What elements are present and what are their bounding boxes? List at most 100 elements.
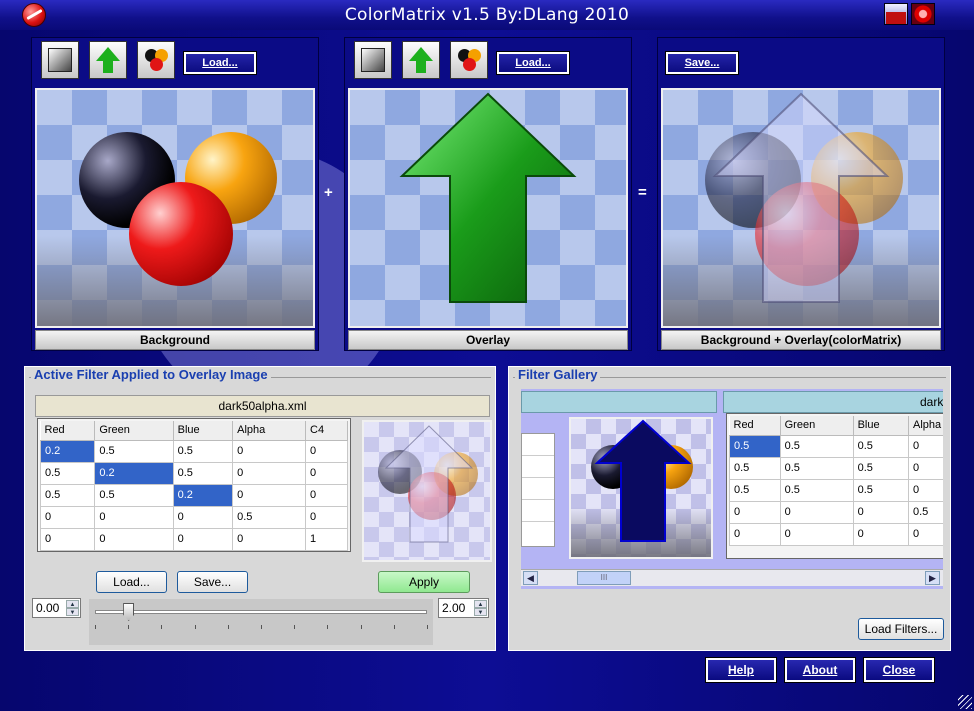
filter-save-button[interactable]: Save... — [177, 571, 248, 593]
active-filter-cell[interactable]: 0 — [305, 439, 348, 463]
minimize-button[interactable] — [884, 3, 908, 25]
min-value-spinner[interactable]: 0.00 ▲ ▼ — [32, 598, 81, 618]
filter-gallery-group: Filter Gallery dark5 RedGreenBlueAlpha 0… — [508, 366, 951, 651]
active-filter-title: Active Filter Applied to Overlay Image — [31, 367, 271, 382]
active-filter-cell[interactable]: 0 — [39, 505, 96, 529]
result-arrow-graphic — [712, 92, 890, 303]
result-save-button[interactable]: Save... — [665, 51, 739, 75]
gallery-cell[interactable]: 0 — [852, 500, 910, 524]
active-filter-cell[interactable]: 1 — [305, 527, 348, 551]
preview-arrow-graphic — [384, 425, 474, 543]
gallery-row: 0 0 0 0.5 — [729, 500, 943, 524]
gallery-cell[interactable]: 0 — [729, 500, 781, 524]
spin-up-icon[interactable]: ▲ — [474, 600, 487, 608]
gallery-cell[interactable]: 0.5 — [779, 434, 854, 458]
title-bar[interactable]: ColorMatrix v1.5 By:DLang 2010 — [0, 0, 974, 30]
gallery-cell[interactable]: 0 — [779, 522, 854, 546]
active-filter-cell[interactable]: 0 — [305, 505, 348, 529]
green-arrow-button[interactable] — [89, 41, 127, 79]
active-filter-cell[interactable]: 0 — [172, 505, 234, 529]
active-filter-row: 00001 — [39, 527, 348, 551]
active-filter-matrix[interactable]: Red Green Blue Alpha C4 0.2 0.5 0.5 0 0 0.5 0.2 0.5… — [37, 418, 351, 552]
active-filter-cell[interactable]: 0.5 — [172, 439, 234, 463]
active-filter-cell[interactable]: 0 — [94, 527, 174, 551]
gallery-preview-image[interactable] — [569, 417, 713, 559]
active-filter-cell[interactable]: 0.5 — [232, 505, 307, 529]
active-filter-cell[interactable]: 0 — [305, 461, 348, 485]
max-value-spinner[interactable]: 2.00 ▲ ▼ — [438, 598, 489, 618]
gallery-cell[interactable]: 0.5 — [779, 478, 854, 502]
active-filter-cell[interactable]: 0 — [232, 461, 307, 485]
active-filter-cell[interactable]: 0 — [94, 505, 174, 529]
gallery-prev-grid — [521, 433, 555, 547]
gradient-square-button[interactable] — [41, 41, 79, 79]
active-filter-cell[interactable]: 0 — [232, 483, 307, 507]
gallery-item-header-prev — [521, 391, 717, 413]
window-title: ColorMatrix v1.5 By:DLang 2010 — [344, 5, 630, 25]
spin-down-icon[interactable]: ▼ — [474, 608, 487, 616]
active-filter-cell[interactable]: 0.5 — [94, 483, 174, 507]
gallery-cell[interactable]: 0 — [908, 478, 943, 502]
active-filter-cell[interactable]: 0.2 — [172, 483, 234, 507]
resize-grip-icon[interactable] — [958, 695, 972, 709]
close-window-icon[interactable] — [911, 3, 935, 25]
gallery-cell[interactable]: 0 — [852, 522, 910, 546]
overlay-caption: Overlay — [348, 330, 628, 350]
active-filter-cell[interactable]: 0 — [39, 527, 96, 551]
about-button[interactable]: About — [784, 657, 856, 683]
scroll-thumb[interactable]: III — [577, 571, 631, 585]
active-filter-cell[interactable]: 0.5 — [39, 461, 96, 485]
active-filter-column-header: Red — [40, 421, 96, 441]
gallery-cell[interactable]: 0.5 — [852, 434, 910, 458]
billiard-balls-button[interactable] — [137, 41, 175, 79]
gallery-column-header: Red — [729, 416, 781, 436]
gallery-cell[interactable]: 0.5 — [729, 434, 781, 458]
gallery-cell[interactable]: 0 — [729, 522, 781, 546]
gallery-cell[interactable]: 0.5 — [779, 456, 854, 480]
gallery-matrix[interactable]: Red Green Blue Alpha 0.5 0.5 0.5 0 0.5 0.5 0.5 0 0.… — [726, 413, 943, 559]
slider-tick — [95, 625, 96, 629]
active-filter-cell[interactable]: 0 — [232, 439, 307, 463]
spin-up-icon[interactable]: ▲ — [66, 600, 79, 608]
value-slider-thumb[interactable] — [123, 603, 135, 621]
active-filter-cell[interactable]: 0 — [232, 527, 307, 551]
active-filter-cell[interactable]: 0.5 — [94, 439, 174, 463]
close-button[interactable]: Close — [863, 657, 935, 683]
load-filters-button[interactable]: Load Filters... — [858, 618, 944, 640]
slider-tick — [327, 625, 329, 629]
overlay-billiard-balls-button[interactable] — [450, 41, 488, 79]
gallery-cell[interactable]: 0.5 — [908, 500, 943, 524]
scroll-right-icon[interactable]: ▶ — [925, 571, 940, 585]
overlay-gradient-square-button[interactable] — [354, 41, 392, 79]
scroll-left-icon[interactable]: ◀ — [523, 571, 538, 585]
value-slider-track[interactable] — [95, 610, 427, 614]
gallery-item-header[interactable]: dark5 — [723, 391, 943, 413]
apply-button[interactable]: Apply — [378, 571, 470, 593]
overlay-load-button[interactable]: Load... — [496, 51, 570, 75]
active-filter-cell[interactable]: 0.5 — [172, 461, 234, 485]
gallery-cell[interactable]: 0.5 — [729, 456, 781, 480]
gallery-cell[interactable]: 0 — [908, 456, 943, 480]
active-filter-cell[interactable]: 0.2 — [39, 439, 96, 463]
overlay-green-arrow-button[interactable] — [402, 41, 440, 79]
background-load-button[interactable]: Load... — [183, 51, 257, 75]
active-filter-cell[interactable]: 0 — [305, 483, 348, 507]
active-filter-cell[interactable]: 0 — [172, 527, 234, 551]
gallery-cell[interactable]: 0.5 — [852, 478, 910, 502]
gallery-cell[interactable]: 0.5 — [729, 478, 781, 502]
gallery-cell[interactable]: 0 — [908, 434, 943, 458]
help-button[interactable]: Help — [705, 657, 777, 683]
spin-down-icon[interactable]: ▼ — [66, 608, 79, 616]
background-caption: Background — [35, 330, 315, 350]
active-filter-cell[interactable]: 0.5 — [39, 483, 96, 507]
gallery-canvas[interactable]: dark5 RedGreenBlueAlpha 0.50.50.500.50.5… — [521, 389, 943, 589]
gallery-cell[interactable]: 0 — [779, 500, 854, 524]
gallery-horizontal-scrollbar[interactable]: ◀ III ▶ — [521, 569, 943, 586]
active-filter-cell[interactable]: 0.2 — [94, 461, 174, 485]
gallery-cell[interactable]: 0 — [908, 522, 943, 546]
gallery-cell[interactable]: 0.5 — [852, 456, 910, 480]
filter-load-button[interactable]: Load... — [96, 571, 167, 593]
active-filter-row: 0.2 0.5 0.5 0 0 — [39, 439, 348, 463]
result-image — [661, 88, 941, 328]
active-filter-column-header: C4 — [305, 421, 348, 441]
